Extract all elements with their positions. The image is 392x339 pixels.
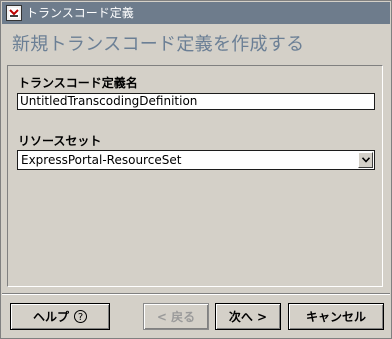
definition-name-label: トランスコード定義名 bbox=[18, 76, 138, 90]
title-bar[interactable]: トランスコード定義 bbox=[2, 2, 390, 24]
help-button[interactable]: ヘルプ ? bbox=[10, 303, 110, 330]
help-button-label: ヘルプ bbox=[32, 310, 69, 324]
form-panel: トランスコード定義名 UntitledTranscodingDefinition… bbox=[7, 65, 383, 287]
chevron-down-icon[interactable] bbox=[358, 152, 373, 168]
resource-set-value: ExpressPortal-ResourceSet bbox=[21, 153, 182, 167]
next-button-label: 次へ > bbox=[228, 310, 268, 324]
resource-set-label: リソースセット bbox=[18, 134, 102, 148]
app-icon bbox=[6, 5, 22, 21]
question-icon: ? bbox=[74, 310, 87, 323]
dialog-header: 新規トランスコード定義を作成する bbox=[2, 24, 390, 62]
cancel-button[interactable]: キャンセル bbox=[288, 303, 384, 330]
window-title: トランスコード定義 bbox=[26, 6, 134, 20]
dialog-window: トランスコード定義 新規トランスコード定義を作成する トランスコード定義名 Un… bbox=[0, 0, 392, 339]
page-title: 新規トランスコード定義を作成する bbox=[12, 34, 305, 55]
cancel-button-label: キャンセル bbox=[305, 310, 366, 324]
footer-divider bbox=[2, 293, 390, 295]
resource-set-select[interactable]: ExpressPortal-ResourceSet bbox=[17, 150, 375, 170]
next-button[interactable]: 次へ > bbox=[215, 303, 281, 330]
back-button[interactable]: < 戻る bbox=[143, 303, 209, 330]
back-button-label: < 戻る bbox=[156, 310, 196, 324]
definition-name-input[interactable]: UntitledTranscodingDefinition bbox=[17, 93, 375, 110]
